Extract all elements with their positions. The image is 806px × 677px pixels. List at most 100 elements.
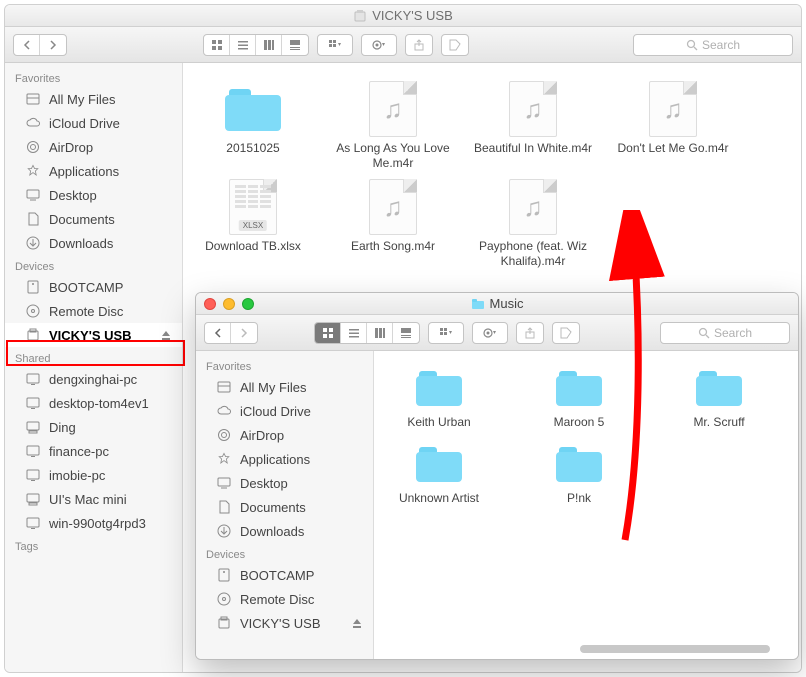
sidebar-item-label: VICKY'S USB [49,328,132,343]
file-item[interactable]: Maroon 5 [524,367,634,429]
sidebar-item-label: Downloads [49,236,113,251]
tags-button[interactable] [441,34,469,56]
sidebar-item-icloud-drive[interactable]: iCloud Drive [196,399,373,423]
sidebar-item-finance-pc[interactable]: finance-pc [5,439,182,463]
titlebar[interactable]: VICKY'S USB [5,5,801,27]
sidebar-item-label: Applications [49,164,119,179]
icloud-icon [216,403,232,419]
sidebar-item-vicky-s-usb[interactable]: VICKY'S USB [196,611,373,635]
sidebar-item-all-my-files[interactable]: All My Files [196,375,373,399]
sidebar-item-ui-s-mac-mini[interactable]: UI's Mac mini [5,487,182,511]
sidebar-item-dengxinghai-pc[interactable]: dengxinghai-pc [5,367,182,391]
sidebar-item-downloads[interactable]: Downloads [5,231,182,255]
icon-view-button[interactable] [315,323,341,343]
titlebar[interactable]: Music [196,293,798,315]
share-button[interactable] [516,322,544,344]
window-title: Music [490,296,524,311]
file-item[interactable]: XLSXDownload TB.xlsx [193,181,313,269]
scroll-thumb[interactable] [580,645,770,653]
file-item[interactable]: Mr. Scruff [664,367,774,429]
share-button[interactable] [405,34,433,56]
file-item[interactable]: ♫Earth Song.m4r [333,181,453,269]
sidebar-item-bootcamp[interactable]: BOOTCAMP [196,563,373,587]
search-icon [698,327,710,339]
list-view-button[interactable] [341,323,367,343]
sidebar-item-ding[interactable]: Ding [5,415,182,439]
search-field[interactable]: Search [660,322,790,344]
sidebar-item-airdrop[interactable]: AirDrop [5,135,182,159]
forward-button[interactable] [231,323,257,343]
arrange-menu[interactable] [428,322,464,344]
coverflow-view-button[interactable] [282,35,308,55]
action-menu[interactable] [361,34,397,56]
file-icon-grid[interactable]: Keith Urban Maroon 5 Mr. Scruff Unknown Art… [374,351,798,659]
file-item[interactable]: ♫Payphone (feat. Wiz Khalifa).m4r [473,181,593,269]
sidebar-item-label: Desktop [240,476,288,491]
file-item[interactable]: ♫Don't Let Me Go.m4r [613,83,733,171]
sidebar-item-remote-disc[interactable]: Remote Disc [5,299,182,323]
sidebar-item-remote-disc[interactable]: Remote Disc [196,587,373,611]
sidebar-item-documents[interactable]: Documents [5,207,182,231]
sidebar-item-documents[interactable]: Documents [196,495,373,519]
file-item-label: Payphone (feat. Wiz Khalifa).m4r [473,239,593,269]
sidebar-item-label: Remote Disc [240,592,314,607]
action-menu[interactable] [472,322,508,344]
nav-back-forward [13,34,67,56]
disk-icon [25,279,41,295]
mac-icon [25,419,41,435]
sidebar-item-label: dengxinghai-pc [49,372,137,387]
column-view-button[interactable] [256,35,282,55]
file-item[interactable]: 20151025 [193,83,313,171]
disc-icon [216,591,232,607]
sidebar-item-desktop[interactable]: Desktop [196,471,373,495]
sidebar-item-all-my-files[interactable]: All My Files [5,87,182,111]
file-item-label: Keith Urban [407,415,470,429]
folder-icon [696,370,742,406]
window-title: VICKY'S USB [372,8,453,23]
sidebar-item-applications[interactable]: Applications [196,447,373,471]
close-button[interactable] [204,298,216,310]
usb-icon [216,615,232,631]
sidebar-item-label: Documents [240,500,306,515]
sidebar-item-label: Downloads [240,524,304,539]
file-item[interactable]: ♫Beautiful In White.m4r [473,83,593,171]
file-item[interactable]: Unknown Artist [384,443,494,505]
sidebar-item-downloads[interactable]: Downloads [196,519,373,543]
file-item[interactable]: P!nk [524,443,634,505]
search-field[interactable]: Search [633,34,793,56]
back-button[interactable] [205,323,231,343]
pc-icon [25,515,41,531]
sidebar-item-win-990otg4rpd3[interactable]: win-990otg4rpd3 [5,511,182,535]
zoom-button[interactable] [242,298,254,310]
back-button[interactable] [14,35,40,55]
toolbar: Search [196,315,798,351]
sidebar-item-icloud-drive[interactable]: iCloud Drive [5,111,182,135]
forward-button[interactable] [40,35,66,55]
sidebar-item-label: iCloud Drive [240,404,311,419]
sidebar-item-applications[interactable]: Applications [5,159,182,183]
eject-icon[interactable] [351,617,363,629]
search-icon [686,39,698,51]
sidebar-item-label: Remote Disc [49,304,123,319]
sidebar-item-desktop-tom4ev1[interactable]: desktop-tom4ev1 [5,391,182,415]
sidebar-item-bootcamp[interactable]: BOOTCAMP [5,275,182,299]
eject-icon[interactable] [160,329,172,341]
sidebar-item-airdrop[interactable]: AirDrop [196,423,373,447]
arrange-menu[interactable] [317,34,353,56]
coverflow-view-button[interactable] [393,323,419,343]
sidebar-item-vicky-s-usb[interactable]: VICKY'S USB [5,323,182,347]
file-item[interactable]: Keith Urban [384,367,494,429]
file-item[interactable]: ♫As Long As You Love Me.m4r [333,83,453,171]
audio-file-icon: ♫ [369,81,417,137]
tags-button[interactable] [552,322,580,344]
minimize-button[interactable] [223,298,235,310]
list-view-button[interactable] [230,35,256,55]
icon-view-button[interactable] [204,35,230,55]
window-controls [204,298,254,310]
sidebar-item-imobie-pc[interactable]: imobie-pc [5,463,182,487]
sidebar-item-label: BOOTCAMP [240,568,314,583]
column-view-button[interactable] [367,323,393,343]
horizontal-scrollbar[interactable] [580,645,786,655]
sidebar-item-desktop[interactable]: Desktop [5,183,182,207]
file-item-label: Unknown Artist [399,491,479,505]
